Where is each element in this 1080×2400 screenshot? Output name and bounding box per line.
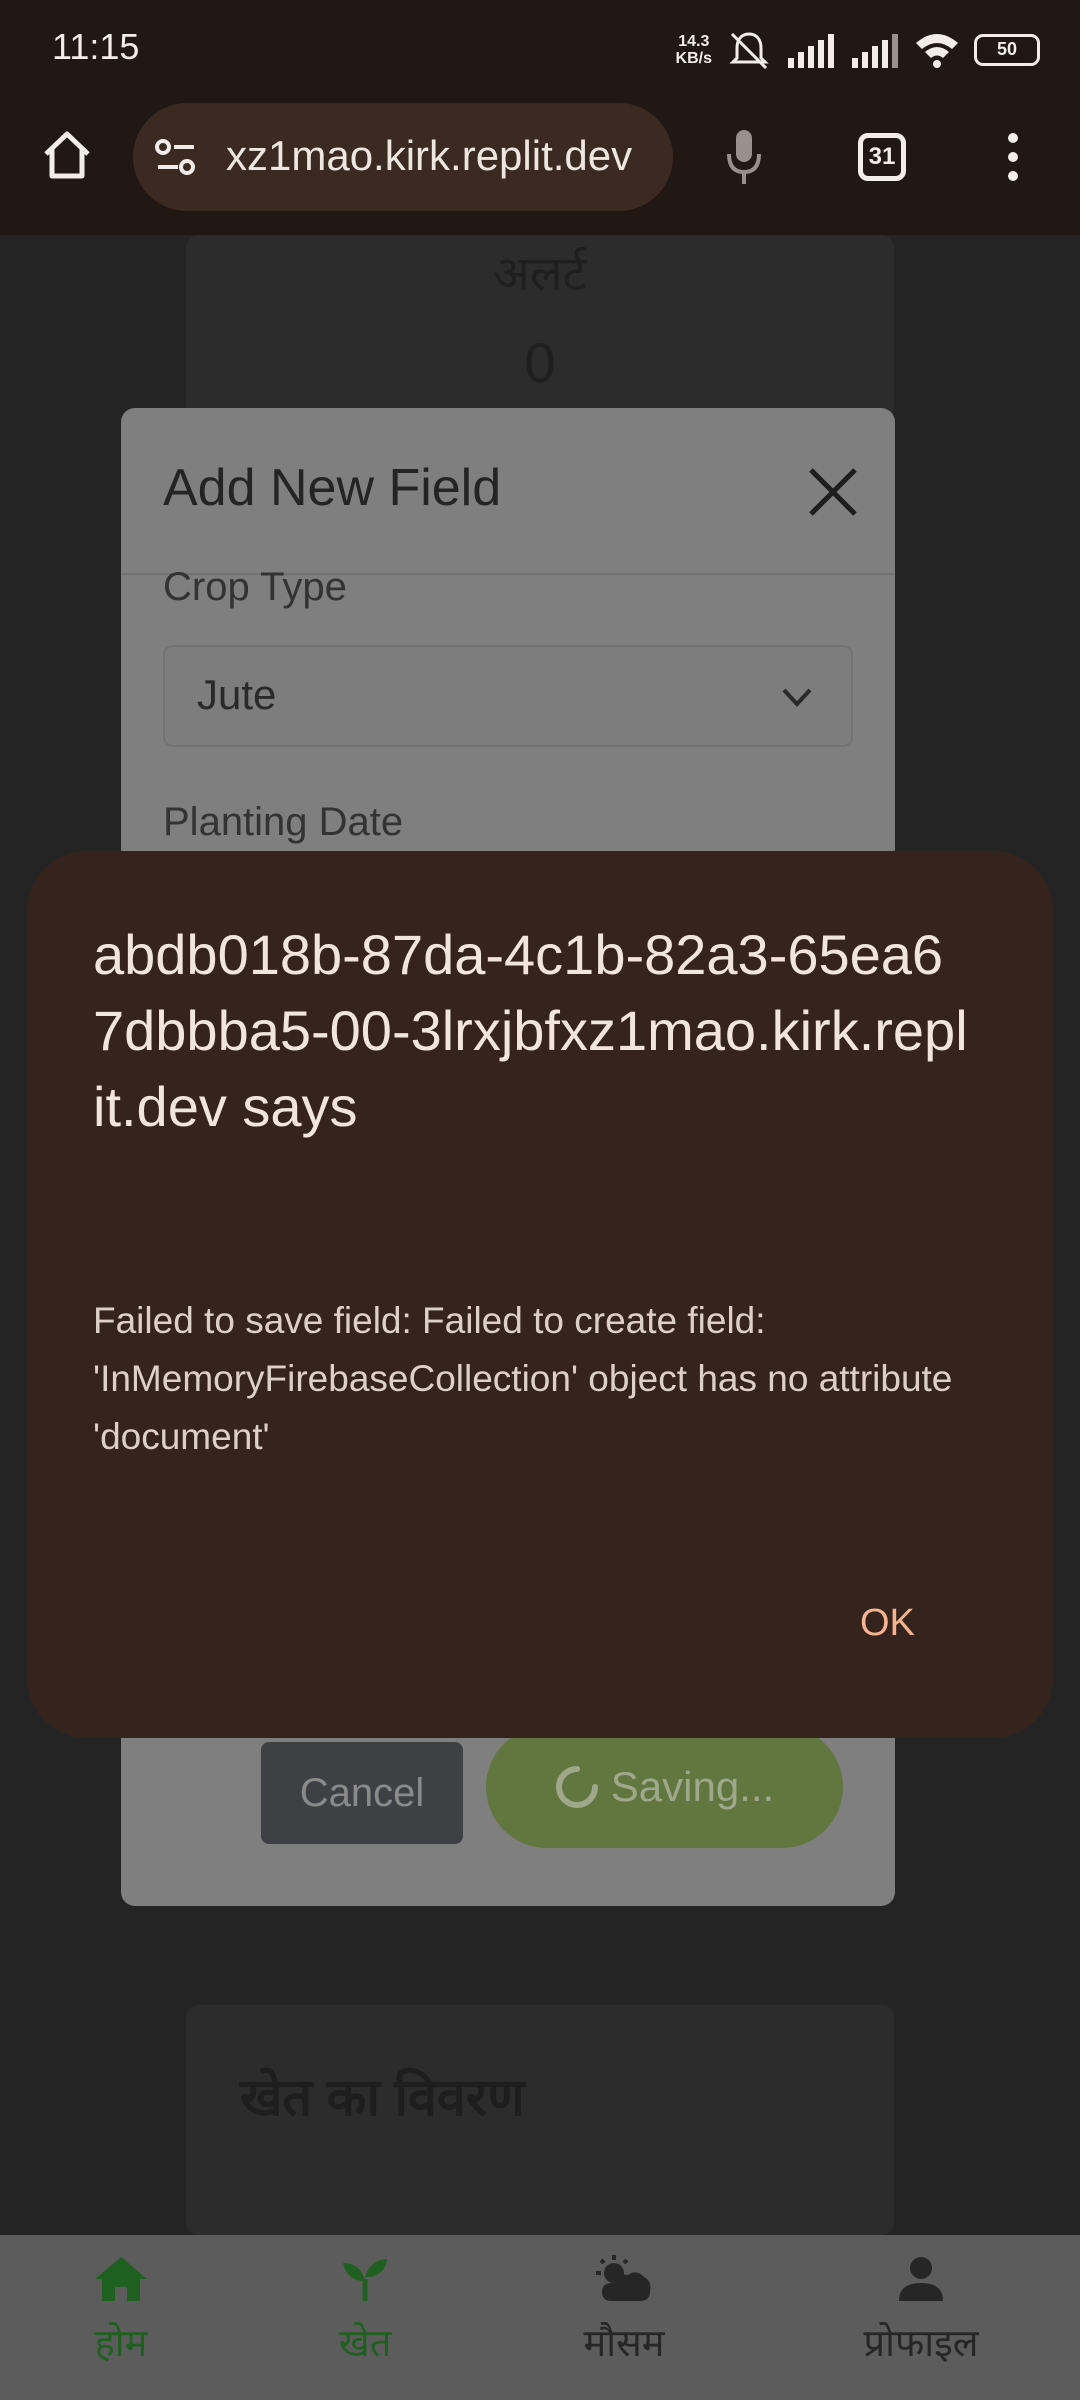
crop-type-value[interactable]: Jute xyxy=(197,671,276,719)
home-icon xyxy=(95,2257,147,2301)
planting-date-label: Planting Date xyxy=(163,800,404,844)
microphone-icon[interactable] xyxy=(724,128,764,186)
modal-title: Add New Field xyxy=(163,459,502,517)
alert-count: 0 xyxy=(524,331,556,394)
nav-item-home[interactable]: होम xyxy=(21,2255,221,2368)
nav-item-fields[interactable]: खेत xyxy=(265,2255,465,2368)
url-text[interactable]: xz1mao.kirk.replit.dev xyxy=(226,132,632,180)
network-speed: 14.3 KB/s xyxy=(675,33,712,67)
signal-icon-2 xyxy=(852,34,898,68)
wifi-icon xyxy=(916,34,958,68)
cancel-button[interactable]: Cancel xyxy=(261,1742,463,1844)
spinner-icon xyxy=(555,1766,598,1808)
close-icon[interactable] xyxy=(803,462,863,522)
chevron-down-icon[interactable] xyxy=(780,680,814,714)
home-button-icon[interactable] xyxy=(40,128,94,182)
mute-icon xyxy=(729,32,769,70)
signal-icon xyxy=(788,34,834,68)
status-time: 11:15 xyxy=(52,26,140,67)
menu-icon[interactable] xyxy=(1003,130,1023,184)
tab-switcher-button[interactable]: 31 xyxy=(858,133,906,181)
nav-item-profile[interactable]: प्रोफाइल xyxy=(821,2255,1021,2368)
alert-card-title: अलर्ट xyxy=(493,248,587,301)
profile-icon xyxy=(899,2257,943,2301)
saving-button[interactable]: Saving... xyxy=(486,1726,843,1848)
dialog-title: abdb018b-87da-4c1b-82a3-65ea67dbbba5-00-… xyxy=(93,923,968,1138)
nav-item-weather[interactable]: मौसम xyxy=(524,2255,724,2368)
ok-button[interactable]: OK xyxy=(860,1602,915,1645)
site-settings-icon[interactable] xyxy=(154,137,198,177)
crop-type-label: Crop Type xyxy=(163,565,347,609)
battery-icon: 50 xyxy=(974,34,1040,66)
weather-icon xyxy=(596,2255,651,2301)
dialog-message: Failed to save field: Failed to create f… xyxy=(93,1300,953,1457)
status-icons: 14.3 KB/s 50 xyxy=(676,28,1040,72)
sprout-icon xyxy=(343,2259,387,2301)
field-details-title: खेत का विवरण xyxy=(240,2069,525,2127)
